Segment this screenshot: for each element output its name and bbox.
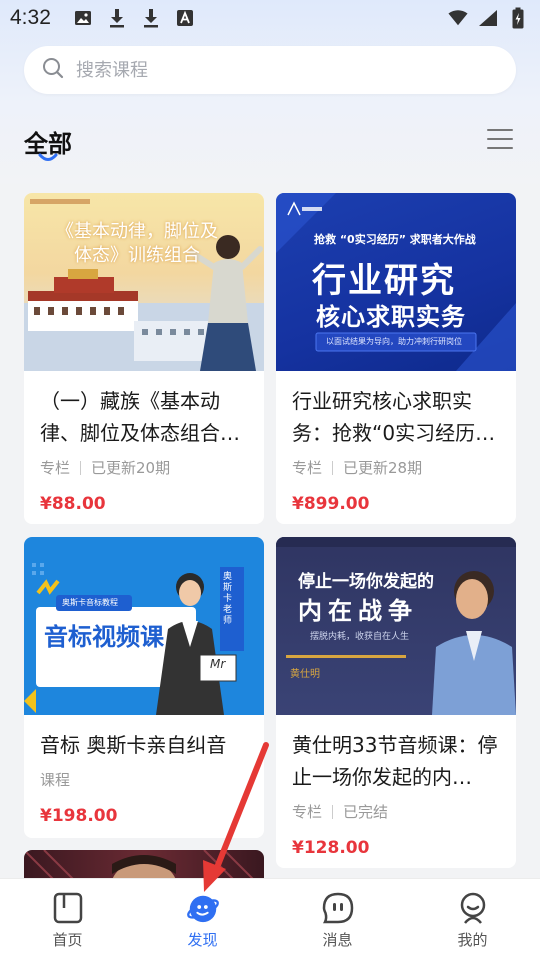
profile-icon [456, 891, 490, 925]
thumbnail-caption: 摆脱内耗，收获自在人生 [310, 632, 410, 642]
thumbnail-artwork [276, 537, 516, 715]
tab-label: 我的 [457, 931, 488, 949]
menu-icon-line [487, 129, 513, 131]
course-meta: 专栏 已更新28期 [292, 457, 500, 478]
course-type: 专栏 [292, 803, 323, 821]
meta-divider [80, 460, 82, 475]
thumbnail-caption: 黄仕明 [290, 669, 320, 680]
thumbnail-caption: Mr [210, 657, 226, 671]
course-title: 行业研究核心求职实务：抢救“0实习经历… [292, 389, 496, 445]
tab-label: 首页 [52, 931, 83, 949]
course-thumbnail: 停止一场你发起的 内在战争 摆脱内耗，收获自在人生 黄仕明 [276, 537, 516, 715]
thumbnail-heading: 核心求职实务 [316, 303, 466, 331]
thumbnail-heading: 体态》训练组合 [74, 245, 200, 266]
course-title: （一）藏族《基本动律、脚位及体态组合… [40, 389, 240, 445]
course-thumbnail: 奥斯卡音标教程 音标视频课 奥斯卡老师 Mr [24, 537, 264, 715]
status-bar: 4:32 [0, 0, 540, 36]
tab-discover[interactable]: 发现 [135, 879, 270, 960]
course-meta: 专栏 已更新20期 [40, 457, 248, 478]
course-update-status: 已完结 [343, 803, 389, 821]
course-thumbnail: 抢救 “0实习经历” 求职者大作战 行业研究 核心求职实务 以面试结果为导向，助… [276, 193, 516, 371]
course-type: 课程 [40, 771, 71, 789]
tab-messages[interactable]: 消息 [270, 879, 405, 960]
course-card[interactable]: 奥斯卡音标教程 音标视频课 奥斯卡老师 Mr 音标 奥斯卡亲自纠音 课程 ¥19… [24, 537, 264, 838]
course-card[interactable]: 停止一场你发起的 内在战争 摆脱内耗，收获自在人生 黄仕明 黄仕明33节音频课：… [276, 537, 516, 868]
tab-label: 发现 [187, 931, 218, 949]
course-title: 黄仕明33节音频课：停止一场你发起的内… [292, 733, 498, 789]
thumbnail-heading: 内在战争 [298, 597, 418, 625]
message-icon [321, 891, 355, 925]
course-title: 音标 奥斯卡亲自纠音 [40, 733, 227, 757]
course-price: ¥88.00 [40, 494, 106, 514]
tab-label: 消息 [322, 931, 353, 949]
thumbnail-heading: 停止一场你发起的 [298, 572, 434, 592]
image-icon [73, 8, 93, 28]
signal-icon [478, 8, 498, 28]
course-price: ¥899.00 [292, 494, 370, 514]
meta-divider [332, 804, 334, 819]
category-menu-button[interactable] [487, 127, 513, 151]
search-bar[interactable] [24, 46, 516, 94]
bottom-tab-bar: 首页 发现 消息 我的 [0, 878, 540, 960]
thumbnail-heading: 《基本动律，脚位及 [56, 221, 218, 242]
category-underline [38, 153, 58, 161]
course-update-status: 已更新28期 [343, 459, 423, 477]
search-input[interactable] [76, 59, 476, 81]
thumbnail-heading: 音标视频课 [44, 623, 164, 651]
course-thumbnail: 《基本动律，脚位及 体态》训练组合 [24, 193, 264, 371]
download-icon [141, 8, 161, 28]
discover-icon [186, 891, 220, 925]
course-update-status: 已更新20期 [91, 459, 171, 477]
tab-home[interactable]: 首页 [0, 879, 135, 960]
menu-icon-line [487, 138, 513, 140]
course-card[interactable]: 抢救 “0实习经历” 求职者大作战 行业研究 核心求职实务 以面试结果为导向，助… [276, 193, 516, 524]
search-icon [42, 57, 64, 83]
download-icon [107, 8, 127, 28]
thumbnail-heading: 行业研究 [312, 261, 456, 301]
menu-icon-line [487, 147, 513, 149]
thumbnail-caption: 以面试结果为导向，助力冲刺行研岗位 [326, 337, 462, 346]
status-time: 4:32 [10, 6, 51, 29]
meta-divider [332, 460, 334, 475]
battery-icon [508, 7, 528, 29]
tab-profile[interactable]: 我的 [405, 879, 540, 960]
home-icon [51, 891, 85, 925]
course-type: 专栏 [40, 459, 71, 477]
thumbnail-subheading: 抢救 “0实习经历” 求职者大作战 [314, 233, 476, 246]
wifi-icon [448, 8, 468, 28]
course-meta: 专栏 已完结 [292, 801, 500, 822]
course-price: ¥198.00 [40, 806, 118, 826]
notification-icons [73, 8, 195, 28]
thumbnail-badge: 奥斯卡音标教程 [62, 598, 118, 607]
course-type: 专栏 [292, 459, 323, 477]
course-price: ¥128.00 [292, 838, 370, 858]
font-icon [175, 8, 195, 28]
thumbnail-badge: 奥斯卡老师 [221, 571, 231, 626]
course-card[interactable]: 《基本动律，脚位及 体态》训练组合 （一）藏族《基本动律、脚位及体态组合… 专栏… [24, 193, 264, 524]
course-meta: 课程 [40, 769, 248, 790]
